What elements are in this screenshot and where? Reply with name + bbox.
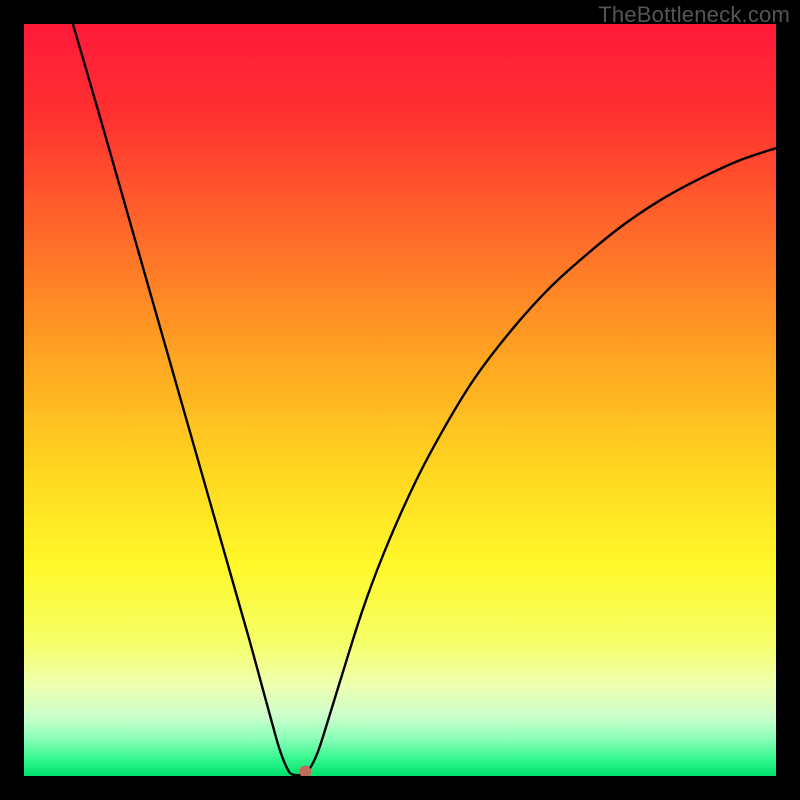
watermark-text: TheBottleneck.com (598, 2, 790, 28)
gradient-background (24, 24, 776, 776)
chart-svg (24, 24, 776, 776)
plot-area (24, 24, 776, 776)
chart-container: TheBottleneck.com (0, 0, 800, 800)
